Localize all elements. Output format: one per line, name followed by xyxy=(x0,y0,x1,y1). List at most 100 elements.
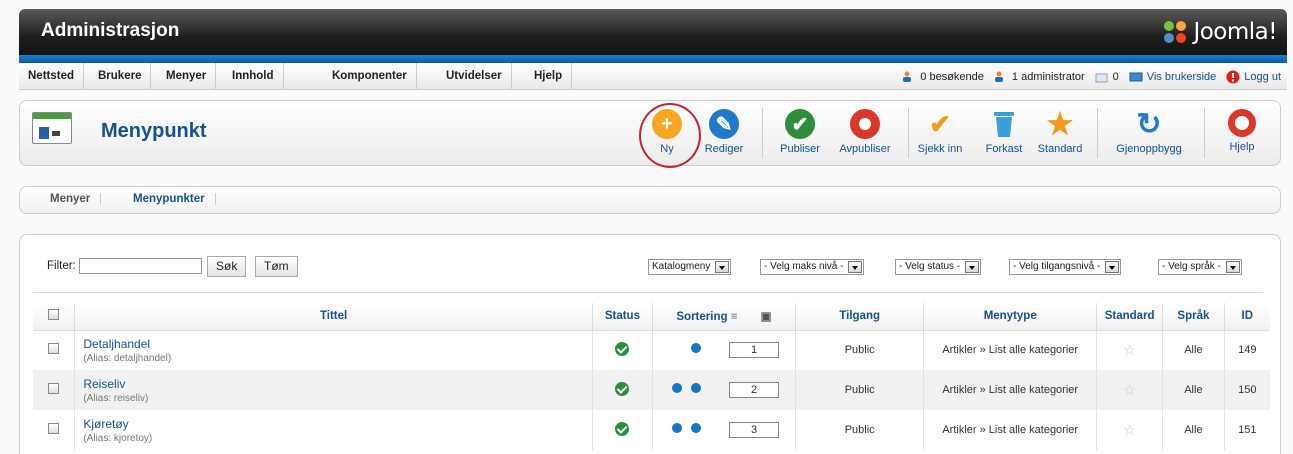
max-level-select[interactable]: - Velg maks nivå - xyxy=(760,259,865,275)
row-checkbox[interactable] xyxy=(48,383,60,394)
move-down-icon[interactable] xyxy=(690,343,701,354)
admins-status: 1 administrator xyxy=(994,71,1085,83)
trash-label: Forkast xyxy=(985,143,1023,155)
select-all-header xyxy=(33,303,76,331)
column-title[interactable]: Tittel xyxy=(74,303,593,331)
status-select[interactable]: - Velg status - xyxy=(895,259,982,275)
column-access[interactable]: Tilgang xyxy=(795,303,925,331)
column-id[interactable]: ID xyxy=(1224,303,1270,331)
pencil-icon: ✎ xyxy=(709,109,739,139)
column-ordering[interactable]: Sortering ≡ ▣ xyxy=(652,303,796,331)
column-status[interactable]: Status xyxy=(592,303,654,331)
move-up-icon[interactable] xyxy=(671,423,682,433)
save-order-icon[interactable]: ▣ xyxy=(761,311,772,323)
id-cell: 149 xyxy=(1238,344,1257,357)
item-title-link[interactable]: Reiseliv xyxy=(83,377,591,391)
order-input[interactable]: 3 xyxy=(729,422,779,438)
move-up-icon[interactable] xyxy=(671,383,682,393)
default-cell: ☆ xyxy=(1096,370,1164,410)
sort-icon: ≡ xyxy=(730,311,738,324)
messages-count: 0 xyxy=(1112,70,1119,83)
toolbar-separator xyxy=(1204,108,1205,158)
row-checkbox[interactable] xyxy=(48,343,60,355)
help-button[interactable]: Hjelp xyxy=(1212,109,1272,153)
edit-label: Rediger xyxy=(704,143,744,155)
ordering-cell: 3 xyxy=(652,410,796,450)
max-level-select-value: - Velg maks nivå - xyxy=(764,261,844,272)
menu-item-hjelp[interactable]: Hjelp xyxy=(525,63,573,90)
trash-button[interactable]: Forkast xyxy=(974,109,1034,155)
star-icon: ★ xyxy=(1046,107,1074,141)
menu-item-page-icon xyxy=(32,112,72,144)
menu-item-utvidelser[interactable]: Utvidelser xyxy=(437,63,512,90)
language-select[interactable]: - Velg språk - xyxy=(1158,259,1242,275)
unpublish-label: Avpubliser xyxy=(839,143,891,155)
logout-link[interactable]: Logg ut xyxy=(1226,70,1281,84)
clear-button[interactable]: Tøm xyxy=(255,256,298,277)
row-select-cell xyxy=(33,370,76,410)
checkin-label: Sjekk inn xyxy=(917,143,963,155)
default-star-icon[interactable]: ☆ xyxy=(1123,342,1136,359)
menu-item-brukere[interactable]: Brukere xyxy=(89,63,152,90)
messages-status[interactable]: 0 xyxy=(1095,71,1119,83)
ordering-cell: 1 xyxy=(652,330,796,370)
help-label: Hjelp xyxy=(1229,141,1255,153)
menu-item-nettsted[interactable]: Nettsted xyxy=(19,63,85,90)
published-icon[interactable] xyxy=(615,341,630,356)
default-label: Standard xyxy=(1037,143,1083,155)
check-icon: ✔ xyxy=(785,109,815,139)
tab-menyer[interactable]: Menyer xyxy=(40,193,102,205)
checkin-button[interactable]: ✔ Sjekk inn xyxy=(910,109,970,156)
item-title-link[interactable]: Kjøretøy xyxy=(83,417,591,431)
joomla-logo[interactable]: Joomla! xyxy=(1161,15,1277,49)
select-all-checkbox[interactable] xyxy=(48,309,60,321)
publish-button[interactable]: ✔ Publiser xyxy=(770,109,830,155)
access-select[interactable]: - Velg tilgangsnivå - xyxy=(1009,259,1122,275)
unpublish-button[interactable]: Avpubliser xyxy=(835,109,895,155)
status-cell xyxy=(592,330,654,370)
ordering-cell: 2 xyxy=(652,370,796,410)
access-cell: Public xyxy=(795,370,925,410)
column-language[interactable]: Språk xyxy=(1162,303,1225,331)
access-select-value: - Velg tilgangsnivå - xyxy=(1013,261,1101,272)
move-down-icon[interactable] xyxy=(690,383,701,393)
row-select-cell xyxy=(33,330,76,370)
default-star-icon[interactable]: ☆ xyxy=(1123,382,1136,399)
rebuild-button[interactable]: ↻ Gjenoppbygg xyxy=(1111,108,1187,156)
menutype-cell: Artikler » List alle kategorier xyxy=(923,370,1097,410)
default-button[interactable]: ★ Standard xyxy=(1030,107,1090,156)
trash-icon xyxy=(989,109,1019,139)
item-title-link[interactable]: Detaljhandel xyxy=(83,337,591,351)
default-star-icon[interactable]: ☆ xyxy=(1123,422,1136,439)
item-alias: (Alias: kjoretoy) xyxy=(83,432,153,444)
toolbar-separator xyxy=(1097,108,1098,158)
item-alias: (Alias: reiseliv) xyxy=(83,392,149,404)
row-checkbox[interactable] xyxy=(48,423,60,434)
menu-select[interactable]: Katalogmeny xyxy=(648,259,732,275)
id-cell: 150 xyxy=(1224,370,1270,410)
column-menutype[interactable]: Menytype xyxy=(923,303,1097,331)
search-button[interactable]: Søk xyxy=(207,256,247,277)
admins-count: 1 administrator xyxy=(1011,70,1085,83)
column-default[interactable]: Standard xyxy=(1096,303,1164,331)
content-panel: Filter: Søk Tøm Katalogmeny - Velg maks … xyxy=(19,234,1281,454)
filter-input[interactable] xyxy=(79,258,202,274)
menu-item-menyer[interactable]: Menyer xyxy=(157,63,217,90)
published-icon[interactable] xyxy=(615,421,630,436)
order-input[interactable]: 1 xyxy=(729,342,779,359)
header-title: Administrasjon xyxy=(41,20,180,41)
published-icon[interactable] xyxy=(615,381,630,396)
menu-item-innhold[interactable]: Innhold xyxy=(223,63,284,90)
menu-item-komponenter[interactable]: Komponenter xyxy=(323,63,417,90)
language-select-value: - Velg språk - xyxy=(1162,261,1221,272)
id-cell: 151 xyxy=(1238,424,1257,436)
menu-items-table: Tittel Status Sortering ≡ ▣ Tilgang Meny… xyxy=(33,303,1270,450)
move-down-icon[interactable] xyxy=(690,423,701,433)
header-accent-bar xyxy=(19,55,1287,63)
tab-menypunkter[interactable]: Menypunkter xyxy=(123,193,216,205)
edit-button[interactable]: ✎ Rediger xyxy=(694,109,754,155)
menutype-cell: Artikler » List alle kategorier xyxy=(923,330,1097,370)
order-input[interactable]: 2 xyxy=(729,382,779,398)
item-alias: (Alias: detaljhandel) xyxy=(83,352,172,364)
view-site-link[interactable]: Vis brukerside xyxy=(1129,71,1216,83)
